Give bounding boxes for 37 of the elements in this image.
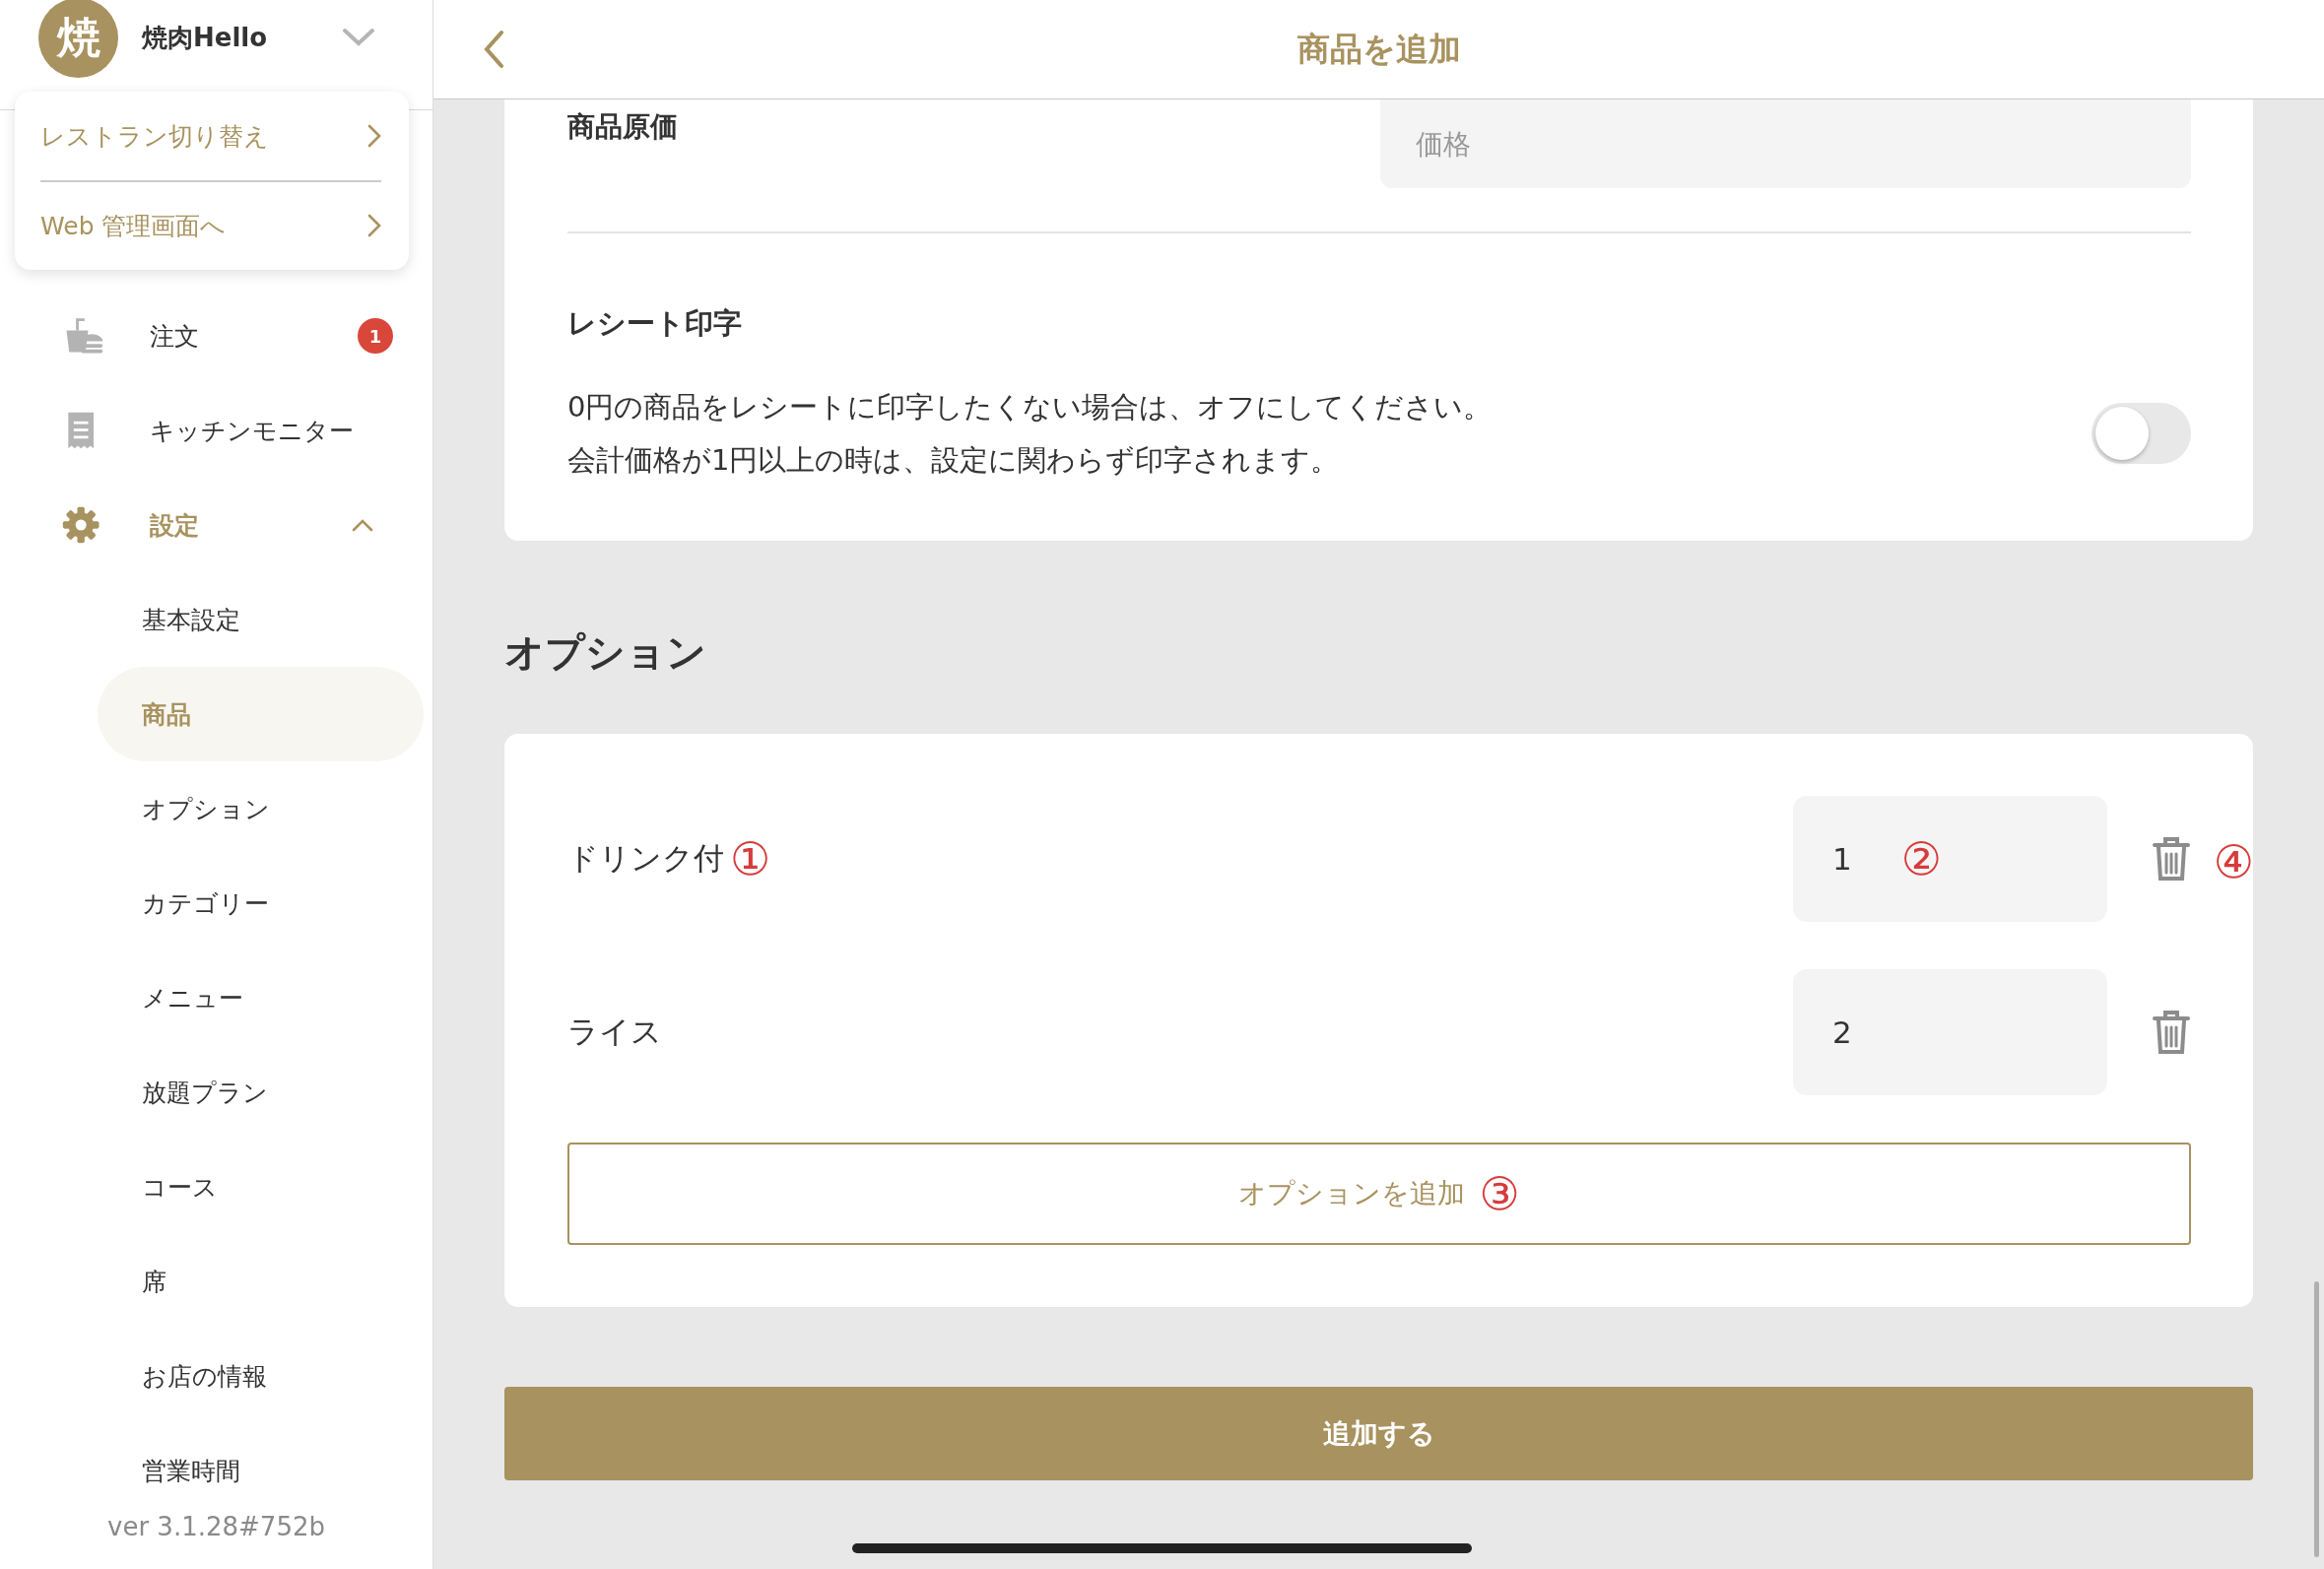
version-text: ver 3.1.28#752b (106, 1512, 326, 1541)
section-title: レシート印字 (567, 305, 743, 342)
sidebar-item[interactable]: お店の情報 (98, 1329, 424, 1423)
chevron-down-icon[interactable] (342, 28, 375, 47)
sidebar-item[interactable]: 基本設定 (98, 572, 424, 667)
annotation-number: ② (1900, 832, 1942, 885)
sidebar-item[interactable]: メニュー (98, 950, 424, 1045)
chevron-right-icon (367, 214, 381, 237)
menu-item-label: レストラン切り替え (40, 120, 269, 153)
nav-item[interactable]: キッチンモニター (0, 383, 432, 478)
chevron-right-icon (367, 124, 381, 148)
back-icon[interactable] (483, 30, 504, 69)
avatar: 焼 (38, 0, 118, 78)
sidebar-item[interactable]: カテゴリー (98, 856, 424, 950)
badge: 1 (358, 318, 393, 354)
annotation-number: ④ (2213, 835, 2254, 888)
option-name: ドリンク付 (567, 839, 724, 878)
price-field[interactable]: 価格 (1380, 99, 2191, 188)
trash-icon[interactable] (2152, 1009, 2191, 1056)
annotation-number: ③ (1479, 1167, 1520, 1220)
restaurant-name: 焼肉Hello (142, 21, 269, 54)
quantity-field[interactable]: 1 ② (1793, 796, 2107, 922)
section-heading: オプション (504, 628, 707, 677)
page-title: 商品を追加 (1296, 28, 1461, 70)
sidebar-item[interactable]: 席 (98, 1234, 424, 1329)
sidebar-item[interactable]: オプション (98, 761, 424, 856)
add-option-button[interactable]: オプションを追加 ③ (567, 1143, 2191, 1245)
annotation-number: ① (730, 832, 771, 885)
trash-icon[interactable] (2152, 835, 2191, 883)
sidebar-item[interactable]: 放題プラン (98, 1045, 424, 1140)
sidebar-item[interactable]: コース (98, 1140, 424, 1234)
option-name: ライス (567, 1013, 662, 1051)
quantity-field[interactable]: 2 (1793, 969, 2107, 1095)
nav-item[interactable]: 注文 1 (0, 289, 432, 383)
menu-item-label: Web 管理画面へ (40, 210, 227, 242)
field-label: 商品原価 (567, 109, 678, 145)
description-text: 0円の商品をレシートに印字したくない場合は、オフにしてください。 会計価格が1円以上の時は、設定に関わらず印字されます。 (567, 389, 1493, 479)
